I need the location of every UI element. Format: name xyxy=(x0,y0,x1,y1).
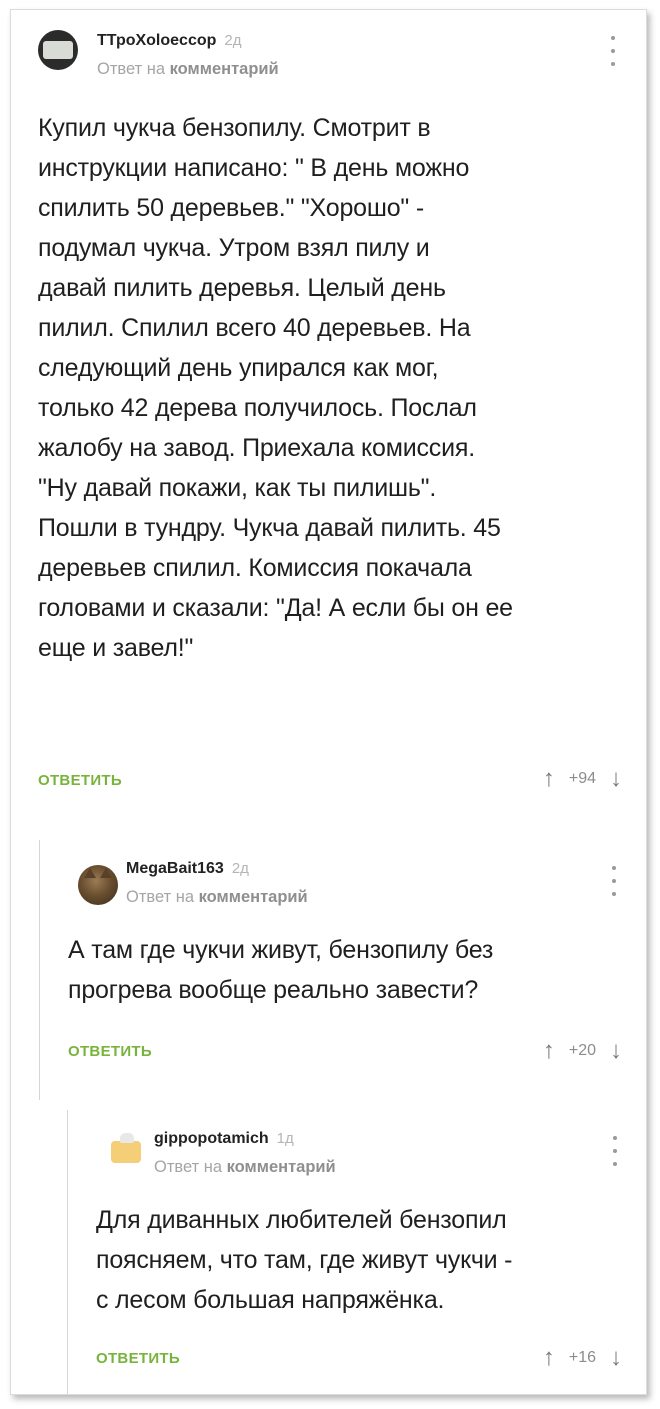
more-vertical-icon[interactable] xyxy=(606,36,620,66)
reply-to-label: Ответ на комментарий xyxy=(154,1158,336,1177)
vote-controls: ↑ +16 ↓ xyxy=(543,1346,622,1370)
avatar[interactable] xyxy=(106,1132,146,1172)
reply-button[interactable]: ОТВЕТИТЬ xyxy=(38,772,122,789)
vote-score: +94 xyxy=(568,770,596,787)
username[interactable]: MegaBait163 2д xyxy=(126,860,249,878)
arrow-up-icon[interactable]: ↑ xyxy=(543,767,555,791)
comment-text: Для диванных любителей бензопил поясняем… xyxy=(96,1206,513,1314)
vote-score: +16 xyxy=(568,1349,596,1366)
comment-1: ТТроXoloeccop 2д Ответ на комментарий Куп… xyxy=(11,10,646,820)
username[interactable]: gippopotamich 1д xyxy=(154,1130,294,1148)
comment-2: MegaBait163 2д Ответ на комментарий А там… xyxy=(39,840,646,1100)
comment-text: А там где чукчи живут, бензопилу без про… xyxy=(68,936,494,1004)
username-text[interactable]: gippopotamich xyxy=(154,1130,269,1147)
vote-controls: ↑ +20 ↓ xyxy=(543,1039,622,1063)
more-vertical-icon[interactable] xyxy=(608,1136,622,1166)
vote-controls: ↑ +94 ↓ xyxy=(543,767,622,791)
reply-to-prefix: Ответ на xyxy=(126,888,195,906)
username-text[interactable]: ТТроXoloeccop xyxy=(97,32,216,49)
comment-3: gippopotamich 1д Ответ на комментарий Для… xyxy=(67,1110,646,1394)
username[interactable]: ТТроXoloeccop 2д xyxy=(97,32,242,50)
comment-text: Купил чукча бензопилу. Смотрит в инструк… xyxy=(38,114,513,662)
reply-button[interactable]: ОТВЕТИТЬ xyxy=(68,1043,152,1060)
username-text[interactable]: MegaBait163 xyxy=(126,860,224,877)
reply-to-prefix: Ответ на xyxy=(154,1158,223,1176)
more-vertical-icon[interactable] xyxy=(607,866,621,896)
arrow-down-icon[interactable]: ↓ xyxy=(610,1346,622,1370)
arrow-down-icon[interactable]: ↓ xyxy=(610,767,622,791)
comment-age: 2д xyxy=(231,860,249,877)
comment-age: 2д xyxy=(224,32,242,49)
reply-to-prefix: Ответ на xyxy=(97,60,166,78)
reply-to-link[interactable]: комментарий xyxy=(170,60,279,78)
reply-to-label: Ответ на комментарий xyxy=(97,60,279,79)
vote-score: +20 xyxy=(568,1042,596,1059)
comment-age: 1д xyxy=(276,1130,294,1147)
reply-to-link[interactable]: комментарий xyxy=(199,888,308,906)
reply-to-label: Ответ на комментарий xyxy=(126,888,308,907)
arrow-up-icon[interactable]: ↑ xyxy=(543,1346,555,1370)
arrow-down-icon[interactable]: ↓ xyxy=(610,1039,622,1063)
comments-panel: ТТроXoloeccop 2д Ответ на комментарий Куп… xyxy=(10,9,647,1395)
arrow-up-icon[interactable]: ↑ xyxy=(543,1039,555,1063)
avatar[interactable] xyxy=(78,865,118,905)
reply-to-link[interactable]: комментарий xyxy=(227,1158,336,1176)
avatar[interactable] xyxy=(38,30,78,70)
reply-button[interactable]: ОТВЕТИТЬ xyxy=(96,1350,180,1367)
